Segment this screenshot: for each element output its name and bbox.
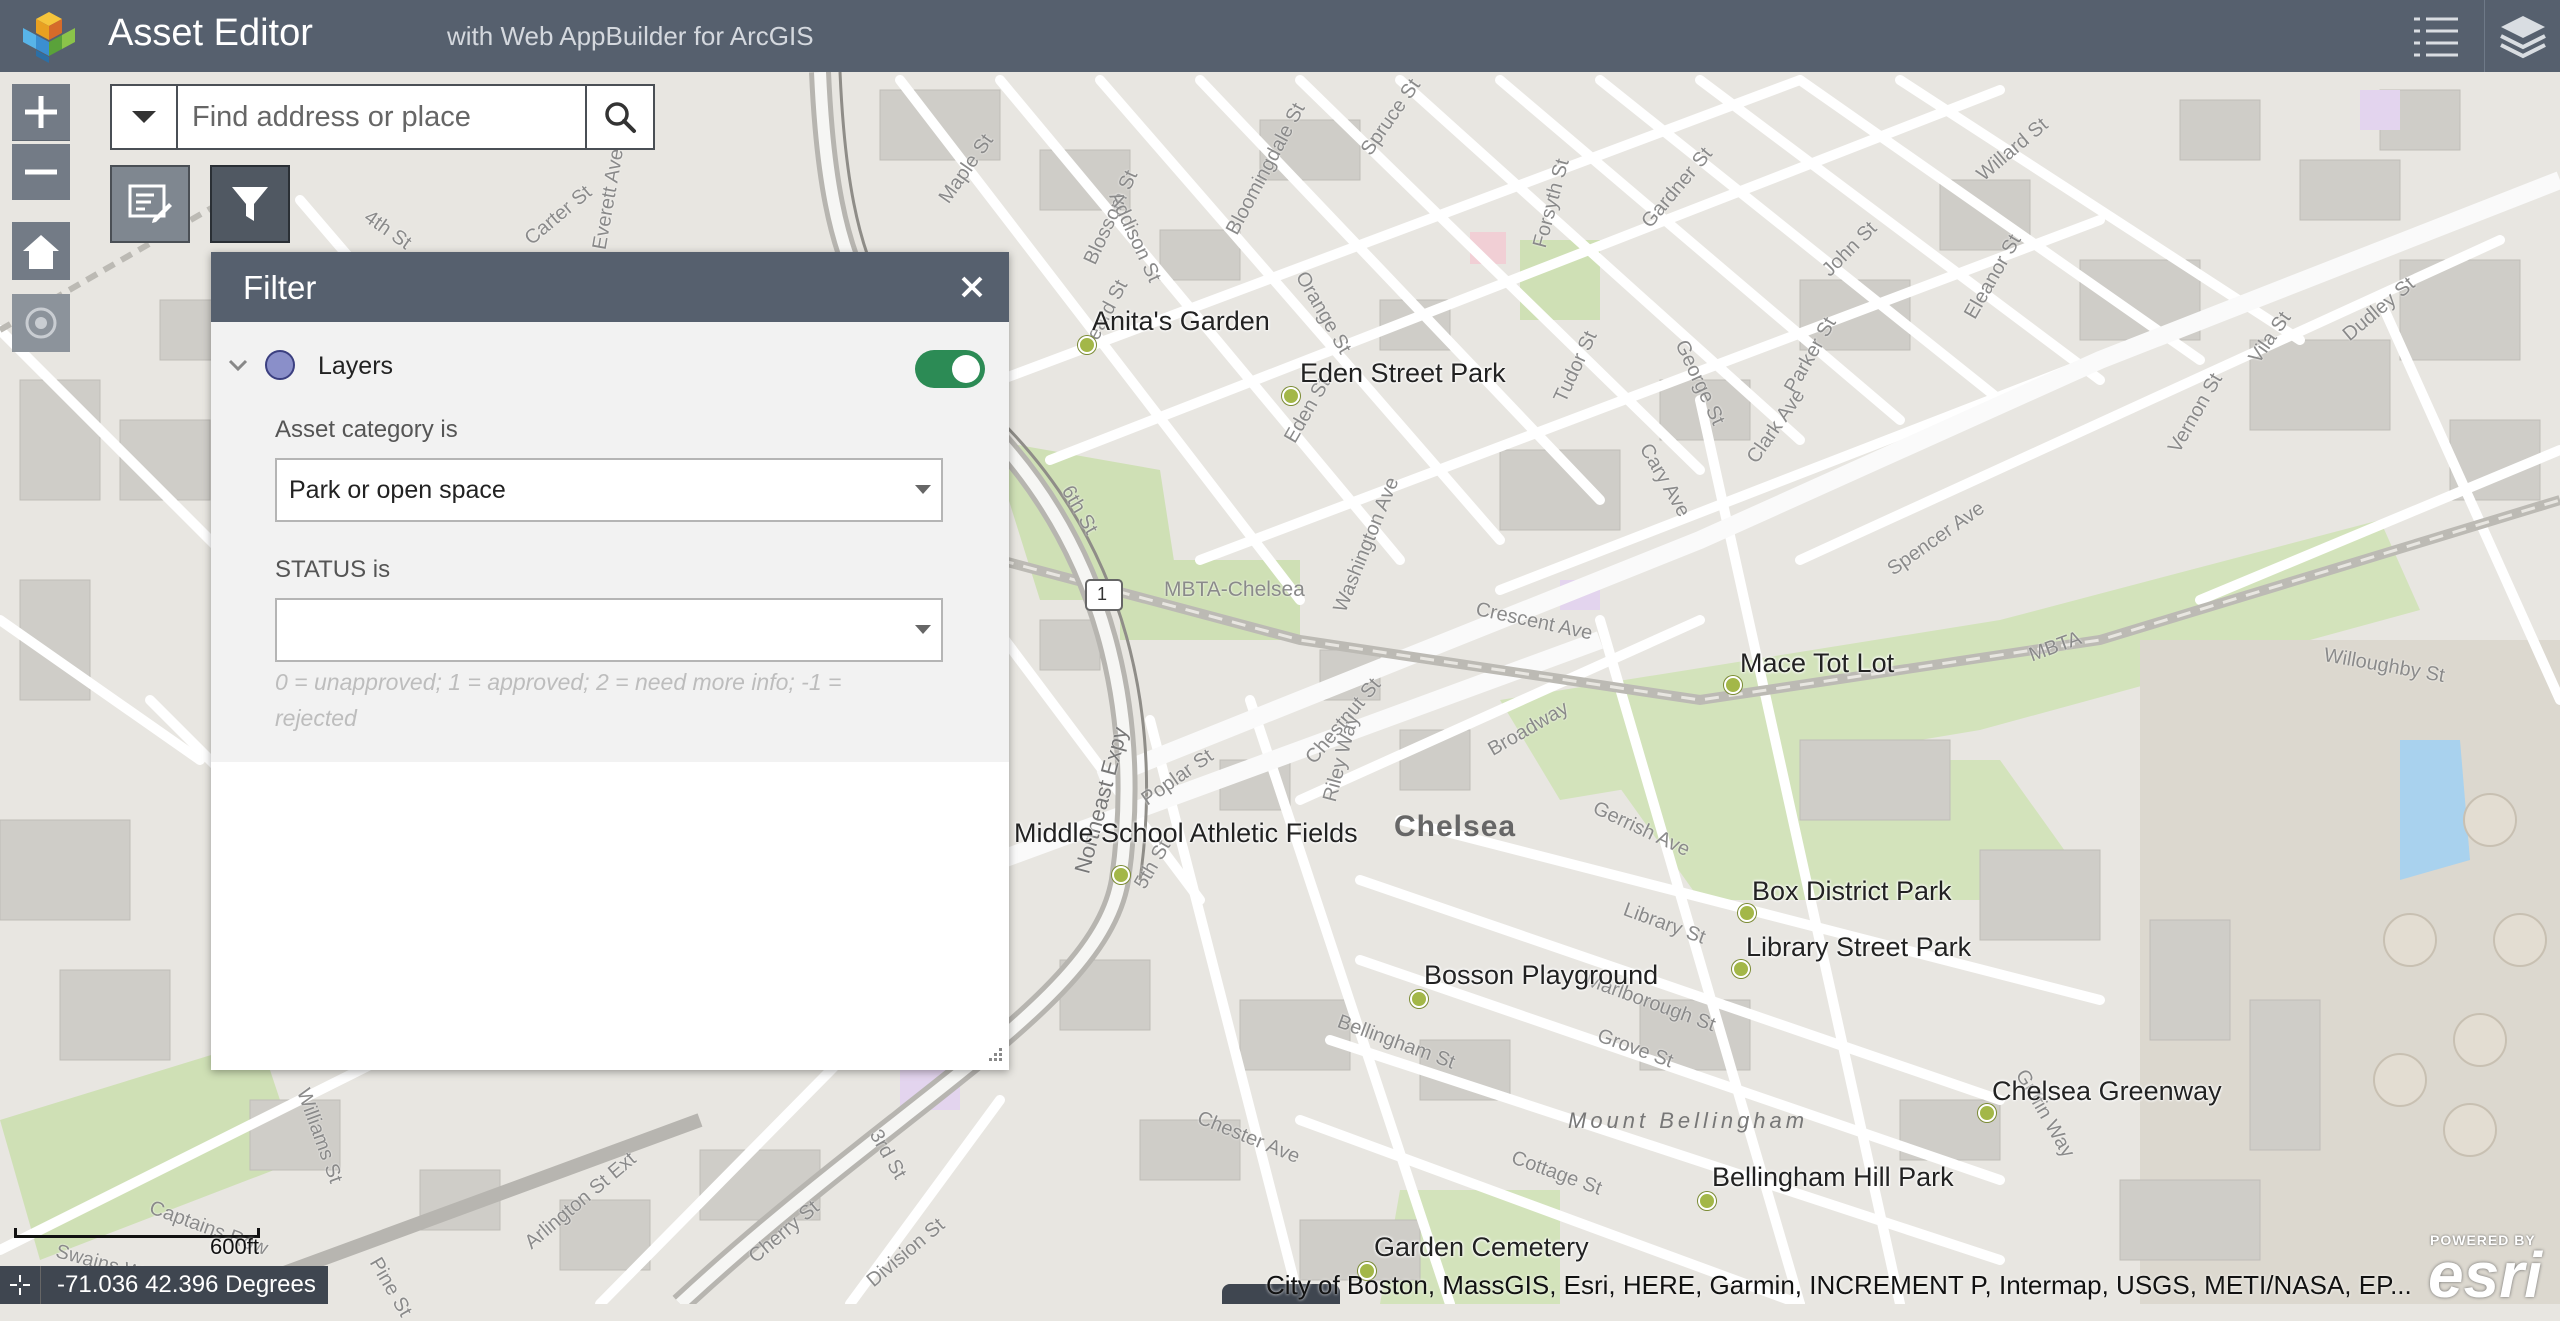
layer-list-button[interactable]	[2484, 0, 2560, 72]
transit-label: MBTA-Chelsea	[1164, 578, 1305, 601]
route-shield-label: 1	[1097, 584, 1108, 604]
status-hint: 0 = unapproved; 1 = approved; 2 = need m…	[275, 669, 842, 731]
place-point[interactable]	[1698, 1192, 1716, 1210]
scalebar-label: 600ft	[210, 1234, 259, 1259]
caret-down-icon	[915, 625, 931, 634]
place-label: Mace Tot Lot	[1740, 648, 1895, 678]
close-icon	[961, 276, 983, 298]
layer-symbol-icon	[265, 350, 295, 380]
resize-handle-icon[interactable]	[985, 1046, 1003, 1064]
search-source-dropdown[interactable]	[112, 86, 178, 148]
place-label: Bellingham Hill Park	[1712, 1162, 1954, 1192]
coordinate-crosshair-button[interactable]	[0, 1266, 41, 1304]
esri-logo: esri	[2428, 1239, 2542, 1311]
filter-layer-section: Layers Asset category is Park or open sp…	[211, 322, 1009, 762]
plus-icon	[25, 96, 57, 128]
search-icon	[605, 102, 636, 133]
zoom-out-button[interactable]	[12, 144, 70, 200]
caret-down-icon	[132, 111, 156, 123]
filter-icon	[232, 187, 268, 221]
locate-icon	[25, 307, 57, 339]
my-location-button[interactable]	[12, 294, 70, 352]
place-point[interactable]	[1112, 866, 1130, 884]
app-subtitle: with Web AppBuilder for ArcGIS	[447, 21, 814, 51]
scalebar: 600ft	[14, 1226, 262, 1259]
close-button[interactable]	[955, 270, 989, 304]
home-icon	[23, 235, 59, 269]
asset-category-select[interactable]: Park or open space	[275, 458, 943, 522]
caret-down-icon	[915, 485, 931, 494]
place-label: Library Street Park	[1746, 932, 1972, 962]
toggle-knob	[952, 355, 980, 383]
place-label: Garden Cemetery	[1374, 1232, 1589, 1262]
asset-category-value: Park or open space	[289, 476, 506, 504]
search-input[interactable]	[178, 86, 578, 148]
search-widget	[110, 84, 655, 150]
place-label: Box District Park	[1752, 876, 1952, 906]
map-attribution[interactable]: City of Boston, MassGIS, Esri, HERE, Gar…	[1266, 1270, 2412, 1301]
edit-widget-button[interactable]	[110, 165, 190, 243]
minus-icon	[25, 169, 57, 175]
zoom-in-button[interactable]	[12, 84, 70, 141]
filter-panel-title: Filter	[243, 269, 317, 306]
layers-icon	[2500, 16, 2546, 59]
area-label-chelsea: Chelsea	[1394, 810, 1517, 843]
app-logo-icon	[23, 12, 75, 63]
chevron-down-icon[interactable]	[225, 352, 251, 378]
filter-widget-button[interactable]	[210, 165, 290, 243]
place-point[interactable]	[1410, 990, 1428, 1008]
layer-name: Layers	[318, 352, 394, 380]
home-button[interactable]	[12, 222, 70, 280]
edit-icon	[128, 184, 172, 223]
filter-panel-titlebar[interactable]: Filter	[211, 252, 1009, 322]
filter-panel: Filter Layers Asset category is Park or …	[211, 252, 1009, 1070]
place-label: Anita's Garden	[1092, 306, 1270, 336]
list-icon	[2414, 17, 2458, 57]
place-point[interactable]	[1078, 336, 1096, 354]
status-label: STATUS is	[275, 556, 391, 583]
app-title: Asset Editor	[108, 12, 313, 54]
list-widget-button[interactable]	[2398, 0, 2474, 72]
coordinate-display: -71.036 42.396 Degrees	[0, 1266, 328, 1304]
search-button[interactable]	[585, 86, 653, 148]
place-label: Eden Street Park	[1300, 358, 1506, 388]
neighborhood-label: Mount Bellingham	[1568, 1108, 1809, 1133]
place-point[interactable]	[1282, 387, 1300, 405]
crosshair-icon	[10, 1275, 30, 1295]
asset-category-label: Asset category is	[275, 416, 458, 443]
place-label: Middle School Athletic Fields	[1014, 818, 1358, 848]
place-label: Bosson Playground	[1424, 960, 1659, 990]
status-select[interactable]	[275, 598, 943, 662]
place-label: Chelsea Greenway	[1992, 1076, 2222, 1106]
app-header: Asset Editor with Web AppBuilder for Arc…	[0, 0, 2560, 72]
layer-filter-toggle[interactable]	[915, 350, 985, 388]
coordinate-text: -71.036 42.396 Degrees	[57, 1271, 316, 1298]
